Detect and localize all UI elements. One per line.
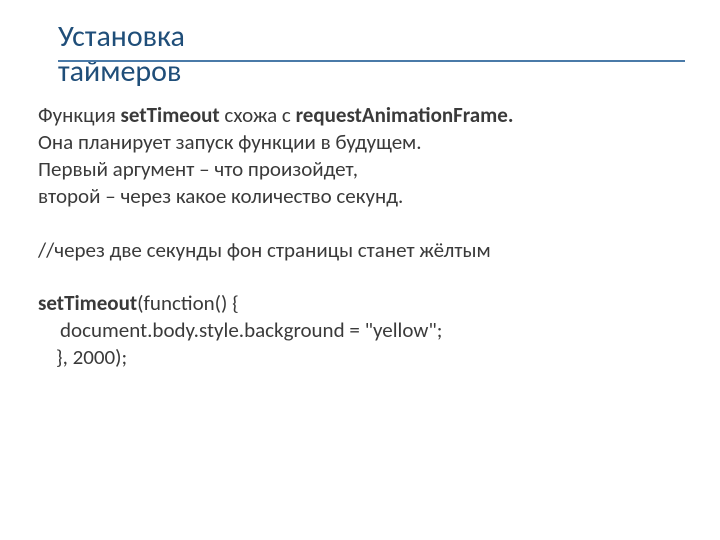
title-line-2: таймеров — [58, 53, 181, 90]
text: схожа с — [220, 102, 296, 128]
code-line-1: setTimeout(function() { — [38, 290, 680, 317]
title-underline — [58, 60, 685, 62]
slide-body: Функция setTimeout схожа с requestAnimat… — [38, 102, 680, 371]
code-term: setTimeout — [38, 290, 137, 316]
code-line-3: }, 2000); — [38, 344, 680, 371]
paragraph-4: второй – через какое количество секунд. — [38, 183, 680, 210]
paragraph-3: Первый аргумент – что произойдет, — [38, 156, 680, 183]
text: Функция — [38, 102, 121, 128]
text: (function() { — [137, 290, 239, 316]
slide-title: Установка таймеров — [58, 20, 680, 89]
paragraph-2: Она планирует запуск функции в будущем. — [38, 129, 680, 156]
code-line-2: document.body.style.background = "yellow… — [38, 317, 680, 344]
code-comment: //через две секунды фон страницы станет … — [38, 237, 680, 264]
paragraph-1: Функция setTimeout схожа с requestAnimat… — [38, 102, 680, 129]
code-term: setTimeout — [121, 102, 220, 128]
title-line-1: Установка — [58, 18, 185, 55]
code-term: requestAnimationFrame. — [296, 102, 514, 128]
slide: Установка таймеров Функция setTimeout сх… — [0, 0, 720, 540]
